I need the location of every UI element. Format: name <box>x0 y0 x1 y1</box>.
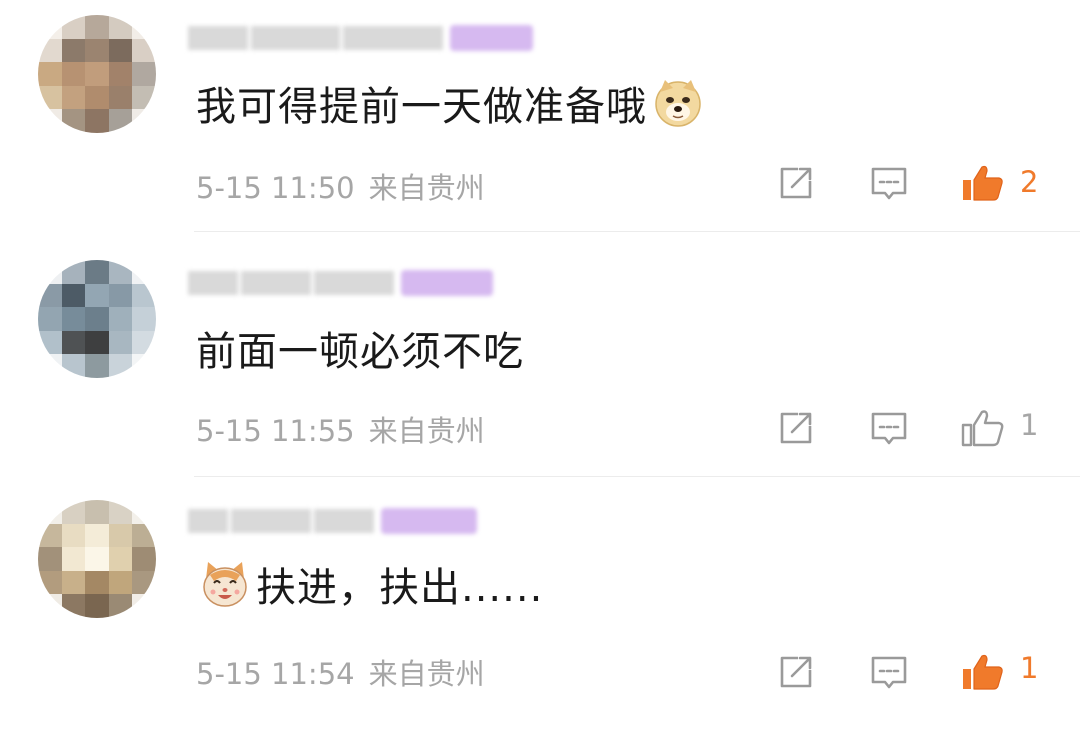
comment-icon[interactable] <box>869 408 909 448</box>
like-count: 2 <box>1020 165 1039 199</box>
thumbs-up-icon[interactable] <box>960 652 1006 692</box>
share-icon[interactable] <box>776 163 816 203</box>
like-count: 1 <box>1020 408 1039 442</box>
comment-item: 我可得提前一天做准备哦 5-15 11:50 来自贵州 2 <box>0 0 1080 245</box>
comment-meta: 5-15 11:54 来自贵州 <box>196 651 485 693</box>
comment-text: 扶进，扶出...... <box>200 555 543 613</box>
comment-source: 来自贵州 <box>368 171 485 205</box>
avatar[interactable] <box>38 260 156 378</box>
username-blurred[interactable] <box>188 22 534 54</box>
comment-source: 来自贵州 <box>368 414 485 448</box>
doge-emoji <box>655 80 701 127</box>
comment-icon[interactable] <box>869 163 909 203</box>
cat-emoji <box>203 562 247 607</box>
comment-time: 5-15 11:54 <box>196 657 355 691</box>
comment-text-content: 扶进，扶出...... <box>256 565 544 611</box>
comment-text: 前面一顿必须不吃 <box>196 319 524 377</box>
comment-text-content: 前面一顿必须不吃 <box>196 329 524 375</box>
comment-icon[interactable] <box>869 652 909 692</box>
comment-text: 我可得提前一天做准备哦 <box>196 74 703 132</box>
divider <box>194 231 1080 232</box>
comment-item: 前面一顿必须不吃 5-15 11:55 来自贵州 1 <box>0 245 1080 490</box>
comment-time: 5-15 11:55 <box>196 414 355 448</box>
user-badge <box>381 508 477 534</box>
like-count: 1 <box>1020 651 1039 685</box>
username-blurred[interactable] <box>188 267 533 299</box>
avatar[interactable] <box>38 500 156 618</box>
comment-meta: 5-15 11:50 来自贵州 <box>196 165 485 207</box>
comment-time: 5-15 11:50 <box>196 171 355 205</box>
user-badge <box>401 270 493 296</box>
comment-text-content: 我可得提前一天做准备哦 <box>196 84 647 130</box>
thumbs-up-icon[interactable] <box>960 163 1006 203</box>
username-blurred[interactable] <box>188 505 533 537</box>
divider <box>194 476 1080 477</box>
thumbs-up-icon[interactable] <box>960 408 1006 448</box>
avatar[interactable] <box>38 15 156 133</box>
share-icon[interactable] <box>776 408 816 448</box>
share-icon[interactable] <box>776 652 816 692</box>
comment-source: 来自贵州 <box>368 657 485 691</box>
comment-meta: 5-15 11:55 来自贵州 <box>196 408 485 450</box>
user-badge <box>449 25 534 51</box>
comment-item: 扶进，扶出...... 5-15 11:54 来自贵州 1 <box>0 490 1080 735</box>
